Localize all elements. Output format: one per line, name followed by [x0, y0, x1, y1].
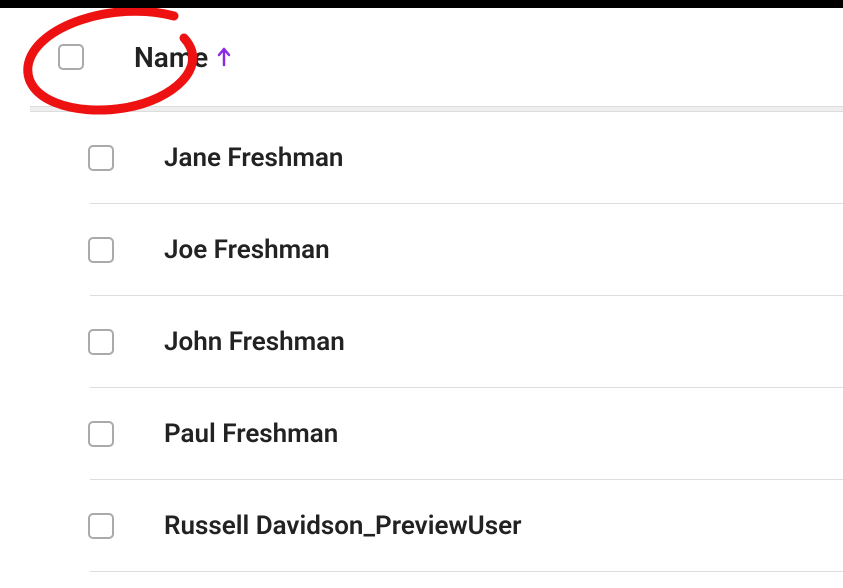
column-header-name[interactable]: Name — [134, 41, 208, 74]
window-top-bar — [0, 0, 843, 8]
row-checkbox[interactable] — [88, 145, 114, 171]
table-header-row: Name — [30, 8, 843, 106]
row-name-label[interactable]: Joe Freshman — [164, 235, 330, 265]
table-row: Jane Freshman — [90, 112, 843, 204]
select-all-checkbox[interactable] — [58, 44, 84, 70]
table-row: Paul Freshman — [90, 388, 843, 480]
table-container: Name Jane Freshman Joe Freshman John Fresh… — [0, 8, 843, 572]
row-name-label[interactable]: Jane Freshman — [164, 143, 343, 173]
table-row: Joe Freshman — [90, 204, 843, 296]
row-checkbox[interactable] — [88, 513, 114, 539]
row-name-label[interactable]: Russell Davidson_PreviewUser — [164, 511, 521, 541]
row-checkbox[interactable] — [88, 421, 114, 447]
table-row: Russell Davidson_PreviewUser — [90, 480, 843, 572]
row-name-label[interactable]: John Freshman — [164, 327, 345, 357]
sort-ascending-icon[interactable] — [216, 47, 232, 67]
row-checkbox[interactable] — [88, 237, 114, 263]
row-checkbox[interactable] — [88, 329, 114, 355]
table-row: John Freshman — [90, 296, 843, 388]
row-name-label[interactable]: Paul Freshman — [164, 419, 338, 449]
